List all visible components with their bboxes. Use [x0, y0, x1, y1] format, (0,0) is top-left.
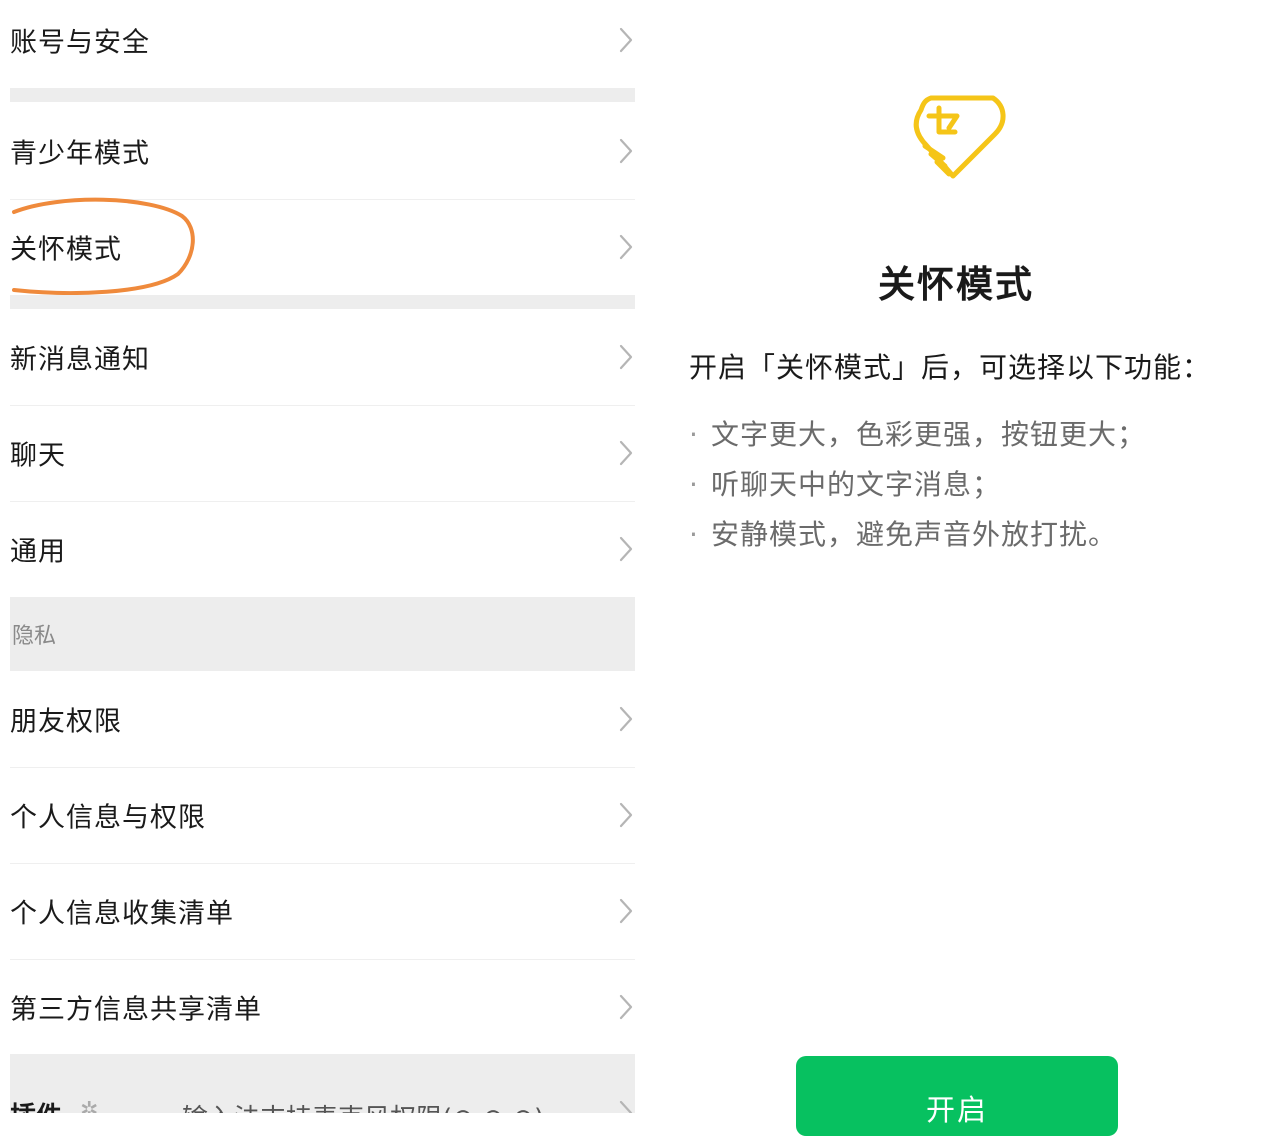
settings-item-account-security[interactable]: 账号与安全 [0, 0, 645, 87]
settings-item-new-message-notification[interactable]: 新消息通知 [0, 310, 645, 404]
settings-item-label: 青少年模式 [10, 138, 150, 170]
settings-item-general[interactable]: 通用 [0, 502, 645, 596]
feature-list: · 文字更大，色彩更强，按钮更大； · 听聊天中的文字消息； · 安静模式，避免声音外… [689, 412, 1146, 562]
section-gap [10, 295, 635, 309]
settings-item-care-mode[interactable]: 关怀模式 [0, 200, 645, 294]
chevron-right-icon [619, 802, 633, 828]
section-header-privacy: 隐私 [10, 597, 635, 671]
heart-hand-icon [913, 95, 1006, 179]
section-gap [10, 1054, 635, 1068]
feature-item: · 安静模式，避免声音外放打扰。 [689, 512, 1146, 562]
bullet: · [689, 518, 699, 551]
feature-text: 听聊天中的文字消息； [711, 468, 1002, 501]
settings-item-label: 第三方信息共享清单 [10, 994, 262, 1026]
settings-item-label: 账号与安全 [10, 27, 150, 59]
settings-item-label: 个人信息与权限 [10, 802, 206, 834]
settings-item-label: 新消息通知 [10, 344, 150, 376]
enable-button[interactable]: 开启 [796, 1056, 1118, 1136]
settings-item-chat[interactable]: 聊天 [0, 406, 645, 500]
feature-item: · 文字更大，色彩更强，按钮更大； [689, 412, 1146, 462]
page-title: 关怀模式 [878, 263, 1034, 306]
settings-item-third-party-sharing-list[interactable]: 第三方信息共享清单 [0, 960, 645, 1054]
section-gap [10, 88, 635, 102]
settings-item-label: 聊天 [10, 440, 66, 472]
chevron-right-icon [619, 27, 633, 53]
feature-text: 文字更大，色彩更强，按钮更大； [711, 418, 1147, 451]
chevron-right-icon [619, 898, 633, 924]
settings-list: 账号与安全 青少年模式 关怀模式 新消息通知 聊天 通用 隐私 朋友权限 个人信… [0, 0, 645, 1113]
settings-item-label: 插件 [10, 1096, 62, 1113]
feature-text: 安静模式，避免声音外放打扰。 [711, 518, 1118, 551]
chevron-right-icon [619, 138, 633, 164]
settings-item-label: 个人信息收集清单 [10, 898, 234, 930]
chevron-right-icon [619, 706, 633, 732]
settings-item-youth-mode[interactable]: 青少年模式 [0, 104, 645, 198]
feature-item: · 听聊天中的文字消息； [689, 462, 1146, 512]
chevron-right-icon [619, 994, 633, 1020]
bullet: · [689, 418, 699, 451]
chevron-right-icon [619, 234, 633, 260]
settings-item-label: 通用 [10, 536, 66, 568]
settings-item-friend-permissions[interactable]: 朋友权限 [0, 672, 645, 766]
settings-item-label: 关怀模式 [10, 234, 122, 266]
chevron-right-icon [619, 536, 633, 562]
settings-item-personal-info-permissions[interactable]: 个人信息与权限 [0, 768, 645, 862]
bullet: · [689, 468, 699, 501]
chevron-right-icon [619, 344, 633, 370]
care-mode-intro: 开启「关怀模式」后，可选择以下功能： [689, 351, 1212, 384]
section-header-label: 隐私 [12, 624, 57, 649]
settings-item-label: 朋友权限 [10, 706, 122, 738]
settings-icon: ✲ [80, 1098, 99, 1113]
chevron-right-icon [619, 440, 633, 466]
care-mode-panel: 关怀模式 开启「关怀模式」后，可选择以下功能： · 文字更大，色彩更强，按钮更大；… [645, 0, 1280, 1136]
settings-item-hint: 输入法支持麦克风权限(⊙ ⊙ ⊙) [182, 1098, 544, 1113]
settings-item-plugins[interactable]: 插件 ✲ 输入法支持麦克风权限(⊙ ⊙ ⊙) [10, 1068, 635, 1113]
settings-item-personal-info-collection-list[interactable]: 个人信息收集清单 [0, 864, 645, 958]
chevron-right-icon [619, 1100, 633, 1113]
